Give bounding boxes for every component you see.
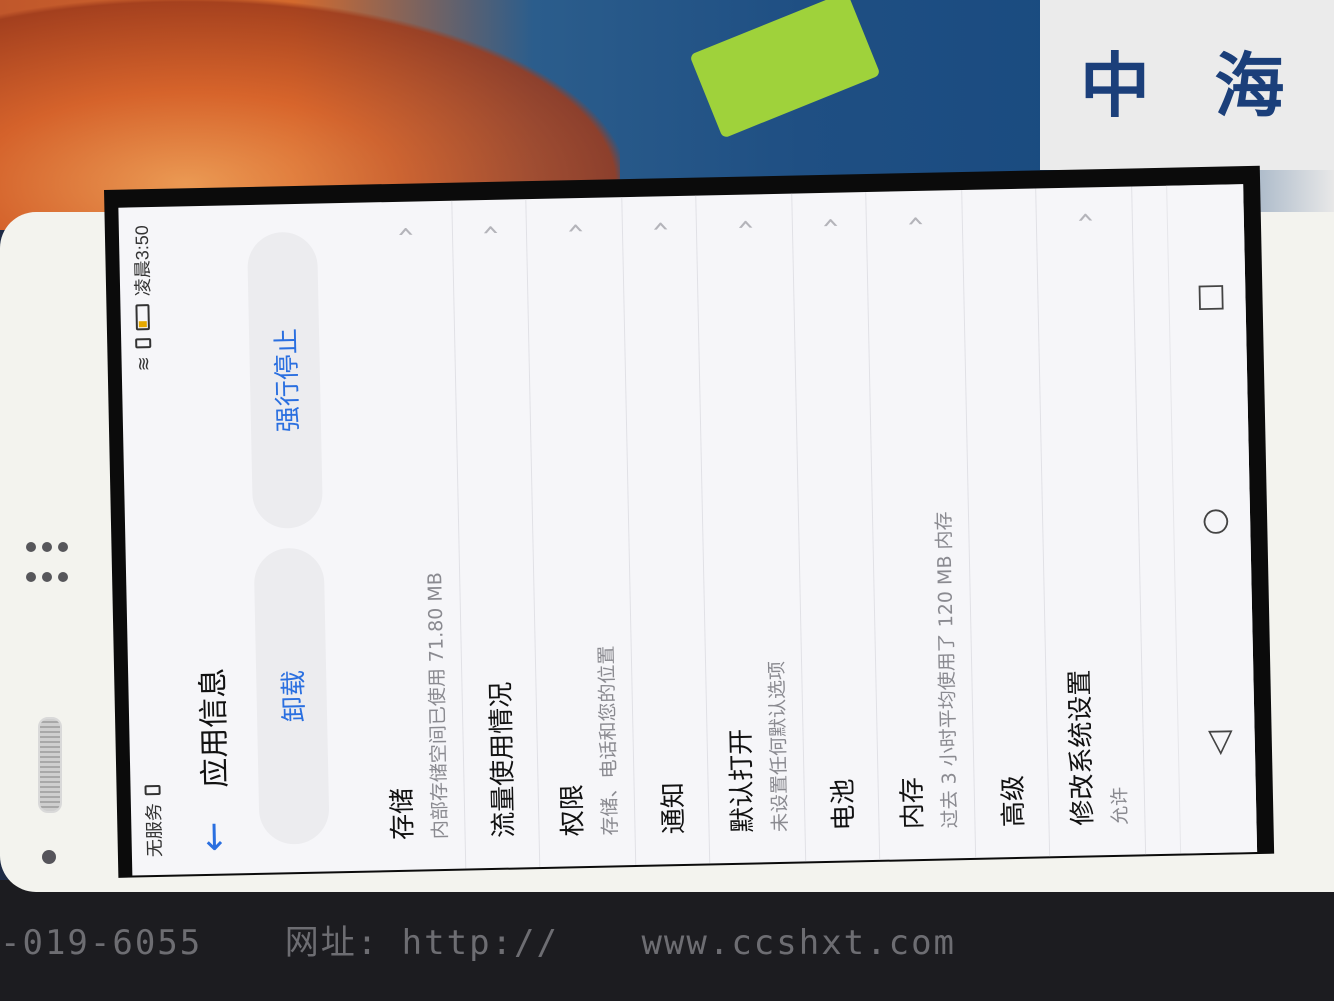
settings-item-battery[interactable]: 电池 ›: [792, 192, 881, 862]
poster-text: 中 海: [1080, 45, 1305, 127]
settings-item-summary: 未设置任何默认选项: [765, 660, 792, 833]
sim-icon: [144, 784, 161, 796]
settings-item-advanced[interactable]: 高级: [962, 188, 1051, 858]
settings-item-open-by-default[interactable]: 默认打开 未设置任何默认选项 ›: [696, 193, 807, 864]
mat-phone: -019-6055: [0, 923, 203, 963]
wifi-icon: ≋: [132, 356, 154, 372]
settings-item-label: 修改系统设置: [1064, 669, 1099, 826]
settings-item-memory[interactable]: 内存 过去 3 小时平均使用了 120 MB 内存 ›: [866, 190, 977, 860]
settings-item-label: 高级: [998, 774, 1030, 828]
chevron-right-icon: ›: [1066, 211, 1102, 224]
force-stop-button[interactable]: 强行停止: [246, 231, 324, 529]
settings-item-label: 内存: [896, 776, 929, 830]
settings-item-label: 权限: [557, 783, 589, 837]
chevron-right-icon: ›: [471, 223, 508, 237]
arrow-left-icon[interactable]: ←: [192, 795, 235, 852]
settings-item-label: 电池: [828, 778, 860, 831]
chevron-right-icon: ›: [726, 218, 762, 231]
uninstall-button[interactable]: 卸载: [253, 547, 330, 845]
settings-item-summary: 允许: [1108, 786, 1132, 826]
settings-item-storage[interactable]: 存储 内部存储空间已使用 71.80 MB ›: [356, 200, 467, 871]
title-bar: ← 应用信息: [162, 205, 252, 874]
navigation-bar: ◁ ○ □: [1166, 184, 1258, 854]
chevron-right-icon: ›: [386, 225, 423, 239]
poster-shape: [689, 0, 881, 139]
earpiece-grille: [38, 717, 62, 813]
mat-url: www.ccshxt.com: [641, 923, 957, 963]
clock-text: 凌晨3:50: [131, 225, 154, 297]
circle-home-icon[interactable]: ○: [1193, 507, 1232, 536]
chevron-right-icon: ›: [556, 221, 593, 235]
phone-screen: 无服务 ≋ 凌晨3:50 ← 应用信息 卸载 强行停止 存储 内部存储空间已使用…: [104, 165, 1275, 878]
settings-list: 存储 内部存储空间已使用 71.80 MB › 流量使用情况 › 权限 存储、电…: [356, 186, 1147, 871]
settings-item-data-usage[interactable]: 流量使用情况 ›: [452, 199, 541, 869]
square-recents-icon[interactable]: □: [1189, 282, 1228, 313]
settings-item-label: 流量使用情况: [486, 681, 520, 839]
carrier-text: 无服务: [143, 802, 165, 858]
settings-item-notifications[interactable]: 通知 ›: [622, 195, 711, 866]
speaker-dots: [26, 542, 70, 598]
mat-text: -019-6055 网址: http:// www.ccshxt.com: [0, 915, 1016, 964]
chevron-right-icon: ›: [641, 220, 678, 233]
settings-item-permissions[interactable]: 权限 存储、电话和您的位置 ›: [526, 197, 637, 868]
mat-url-label: 网址: http://: [284, 923, 559, 963]
battery-icon: [135, 304, 150, 331]
triangle-back-icon[interactable]: ◁: [1198, 730, 1237, 755]
page-title: 应用信息: [196, 667, 234, 789]
app-info-screen: 无服务 ≋ 凌晨3:50 ← 应用信息 卸载 强行停止 存储 内部存储空间已使用…: [118, 184, 1258, 876]
settings-item-label: 存储: [387, 787, 419, 841]
chevron-right-icon: ›: [811, 216, 847, 230]
settings-item-summary: 内部存储空间已使用 71.80 MB: [423, 572, 452, 840]
settings-item-modify-system-settings[interactable]: 修改系统设置 允许 ›: [1036, 186, 1147, 857]
settings-item-summary: 过去 3 小时平均使用了 120 MB 内存: [932, 511, 962, 829]
settings-item-label: 通知: [658, 781, 690, 835]
notification-icon: [135, 338, 152, 349]
chevron-right-icon: ›: [896, 214, 932, 228]
settings-item-label: 默认打开: [725, 728, 759, 834]
settings-item-summary: 存储、电话和您的位置: [595, 645, 622, 836]
front-camera: [42, 850, 56, 864]
action-buttons: 卸载 强行停止: [246, 203, 342, 873]
